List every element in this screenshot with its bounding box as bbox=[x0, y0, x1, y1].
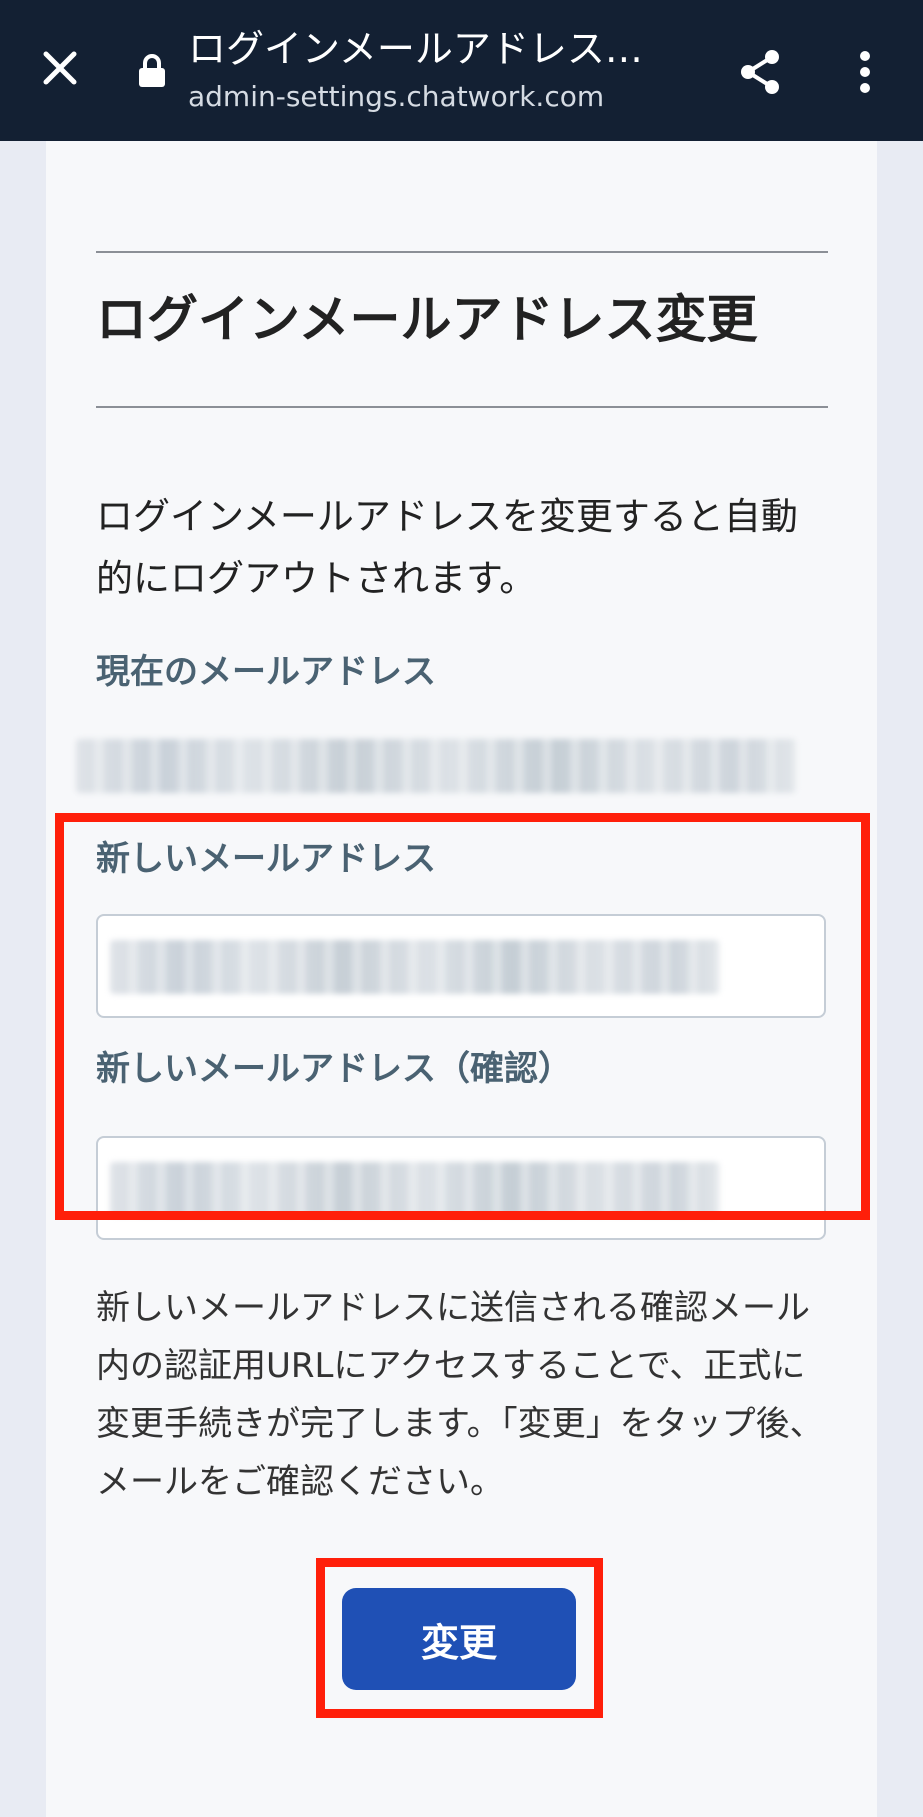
current-email-label: 現在のメールアドレス bbox=[96, 652, 436, 692]
share-icon bbox=[741, 50, 779, 94]
lock-icon bbox=[139, 54, 165, 87]
close-icon bbox=[43, 51, 77, 85]
page-url[interactable]: admin-settings.chatwork.com bbox=[188, 80, 604, 114]
close-button[interactable] bbox=[30, 38, 90, 98]
more-vert-icon bbox=[860, 51, 870, 93]
page-title: ログインメールアドレス… bbox=[188, 27, 643, 71]
intro-text: ログインメールアドレスを変更すると自動的にログアウトされます。 bbox=[96, 495, 798, 600]
current-email-value bbox=[76, 739, 796, 793]
top-divider bbox=[96, 251, 828, 253]
inputs-highlight-box bbox=[55, 813, 870, 1220]
browser-toolbar: ログインメールアドレス… admin-settings.chatwork.com bbox=[0, 0, 923, 141]
heading-divider bbox=[96, 406, 828, 408]
notice-text: 新しいメールアドレスに送信される確認メール内の認証用URLにアクセスすることで、… bbox=[96, 1288, 824, 1502]
change-button[interactable]: 変更 bbox=[342, 1588, 576, 1690]
more-options-button[interactable] bbox=[840, 42, 890, 102]
page-heading: ログインメールアドレス変更 bbox=[96, 291, 758, 350]
share-button[interactable] bbox=[730, 42, 790, 102]
settings-panel: ログインメールアドレス変更 ログインメールアドレスを変更すると自動的にログアウト… bbox=[46, 141, 877, 1817]
